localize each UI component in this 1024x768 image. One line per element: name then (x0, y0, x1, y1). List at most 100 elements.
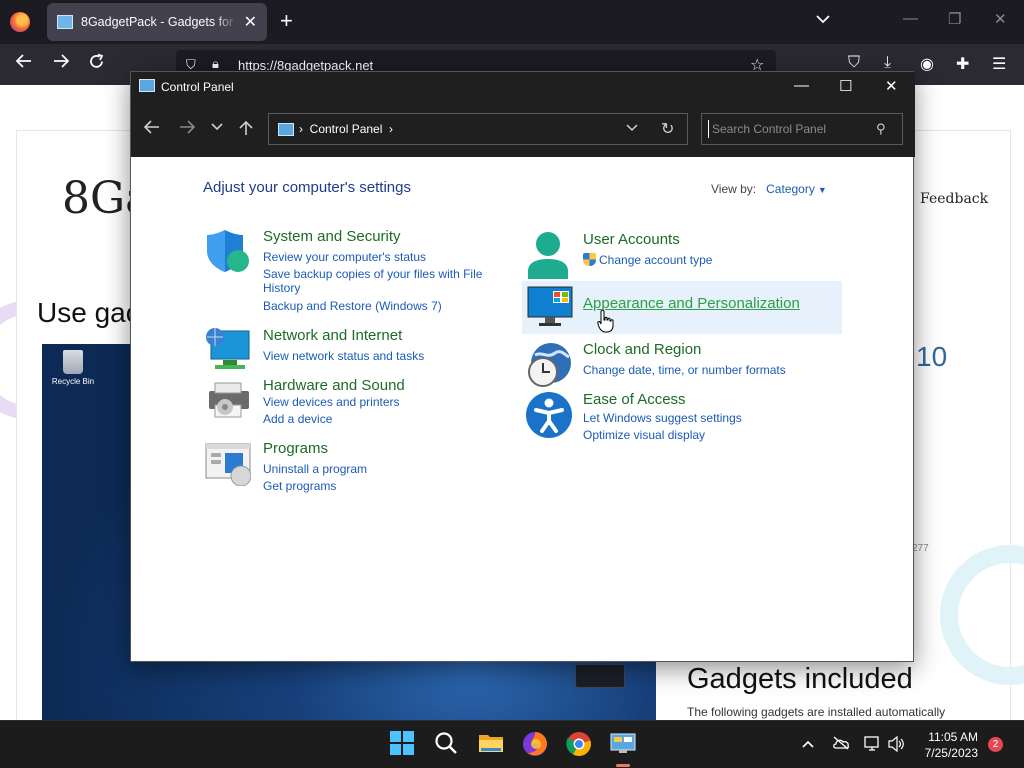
small-number-text: 277 (912, 543, 929, 554)
gadgetpack-favicon-icon (57, 15, 73, 29)
feedback-link[interactable]: Feedback (920, 191, 988, 207)
category-title[interactable]: Programs (263, 440, 328, 457)
tab-title: 8GadgetPack - Gadgets for Windows 11 (81, 15, 238, 29)
tab-close-icon[interactable]: ✕ (244, 12, 257, 32)
view-by-label: View by: (711, 182, 757, 196)
hand-cursor-icon (597, 309, 615, 333)
forward-arrow-icon[interactable] (52, 53, 70, 74)
accessibility-icon[interactable] (525, 391, 573, 439)
restore-icon[interactable]: ❐ (948, 10, 961, 28)
window-close-icon[interactable]: ✕ (885, 77, 898, 95)
recent-locations-icon[interactable] (211, 120, 223, 139)
network-status-link[interactable]: View network status and tasks (263, 349, 424, 363)
onedrive-icon[interactable] (832, 736, 850, 753)
minimize-icon[interactable]: — (903, 10, 918, 27)
windows-version-text: 10 (916, 341, 948, 372)
file-history-link-continued[interactable]: History (263, 281, 300, 295)
window-titlebar[interactable]: Control Panel — ☐ ✕ (131, 72, 915, 101)
category-title[interactable]: Clock and Region (583, 341, 701, 358)
breadcrumb[interactable]: › Control Panel › (299, 122, 393, 136)
programs-icon[interactable] (205, 440, 253, 488)
search-icon[interactable] (434, 731, 460, 757)
user-accounts-icon[interactable] (525, 231, 573, 279)
category-system-security: System and Security Review your computer… (205, 228, 485, 313)
category-appearance-personalization[interactable]: Appearance and Personalization (522, 281, 842, 334)
firefox-icon[interactable] (10, 12, 30, 32)
menu-icon[interactable]: ☰ (992, 54, 1006, 74)
address-history-icon[interactable] (626, 120, 638, 137)
recycle-bin-label: Recycle Bin (51, 377, 95, 386)
uac-shield-icon (583, 253, 596, 266)
file-explorer-icon[interactable] (478, 731, 504, 757)
windows-suggest-settings-link[interactable]: Let Windows suggest settings (583, 411, 742, 425)
clock-globe-icon[interactable] (525, 341, 573, 389)
network-icon[interactable] (864, 736, 882, 755)
firefox-taskbar-icon[interactable] (522, 731, 548, 757)
category-title[interactable]: Appearance and Personalization (583, 295, 800, 312)
network-globe-icon[interactable] (205, 327, 253, 375)
control-panel-window: Control Panel — ☐ ✕ › Control Panel › ↻ … (130, 71, 915, 662)
recycle-bin-icon: Recycle Bin (48, 350, 98, 386)
category-title[interactable]: Hardware and Sound (263, 377, 405, 394)
pocket-icon[interactable]: ⛉ (848, 54, 860, 72)
back-arrow-icon[interactable] (143, 120, 160, 139)
section-heading: Use gac (37, 297, 140, 328)
close-window-icon[interactable]: ✕ (994, 10, 1007, 28)
volume-icon[interactable] (888, 735, 906, 755)
change-account-type-link[interactable]: Change account type (583, 253, 712, 267)
clock[interactable]: 11:05 AM 7/25/2023 (910, 729, 978, 761)
start-windows-icon[interactable] (390, 731, 416, 757)
window-maximize-icon[interactable]: ☐ (839, 77, 852, 95)
category-title[interactable]: Ease of Access (583, 391, 686, 408)
clock-date: 7/25/2023 (924, 746, 978, 760)
change-date-formats-link[interactable]: Change date, time, or number formats (583, 363, 786, 377)
category-ease-of-access: Ease of Access Let Windows suggest setti… (525, 391, 825, 442)
control-panel-content: Adjust your computer's settings View by:… (131, 157, 913, 661)
search-icon[interactable]: ⚲ (876, 121, 886, 137)
clock-time: 11:05 AM (928, 730, 978, 744)
refresh-icon[interactable]: ↻ (661, 119, 674, 139)
extensions-icon[interactable]: ✚ (956, 54, 969, 74)
show-hidden-icons-icon[interactable] (802, 736, 814, 752)
gadgets-heading: Gadgets included (687, 663, 913, 695)
category-hardware-sound: Hardware and Sound View devices and prin… (205, 377, 485, 426)
up-arrow-icon[interactable] (239, 120, 253, 141)
browser-tab-bar: 8GadgetPack - Gadgets for Windows 11 ✕ +… (0, 0, 1024, 44)
category-title[interactable]: System and Security (263, 228, 401, 245)
account-icon[interactable]: ◉ (920, 54, 934, 74)
review-status-link[interactable]: Review your computer's status (263, 250, 426, 264)
control-panel-taskbar-icon[interactable] (610, 731, 636, 757)
control-panel-icon (278, 123, 294, 136)
back-arrow-icon[interactable] (15, 53, 33, 74)
list-all-tabs-icon[interactable] (816, 11, 830, 27)
category-programs: Programs Uninstall a program Get program… (205, 440, 485, 493)
view-by-dropdown[interactable]: Category (766, 182, 815, 196)
forward-arrow-icon[interactable] (179, 120, 196, 139)
add-device-link[interactable]: Add a device (263, 412, 332, 426)
search-input[interactable] (708, 120, 868, 138)
address-bar[interactable]: › Control Panel › ↻ (268, 113, 688, 145)
devices-printers-link[interactable]: View devices and printers (263, 395, 400, 409)
file-history-link[interactable]: Save backup copies of your files with Fi… (263, 267, 482, 281)
get-programs-link[interactable]: Get programs (263, 479, 336, 493)
chrome-icon[interactable] (566, 731, 592, 757)
gadgets-text: The following gadgets are installed auto… (687, 705, 946, 719)
shield-icon[interactable] (205, 228, 253, 276)
category-title[interactable]: Network and Internet (263, 327, 402, 344)
optimize-visual-display-link[interactable]: Optimize visual display (583, 428, 705, 442)
browser-tab[interactable]: 8GadgetPack - Gadgets for Windows 11 ✕ (47, 3, 267, 41)
lock-icon[interactable]: 🔒︎ (212, 56, 219, 72)
category-title[interactable]: User Accounts (583, 231, 680, 248)
reload-icon[interactable] (88, 53, 105, 75)
search-box[interactable]: ⚲ (701, 113, 903, 145)
downloads-icon[interactable]: ⤓ (884, 54, 891, 72)
window-minimize-icon[interactable]: — (794, 77, 809, 94)
new-tab-button[interactable]: + (280, 9, 293, 33)
notification-badge[interactable]: 2 (988, 737, 1003, 752)
appearance-monitor-icon[interactable] (527, 285, 575, 333)
printer-icon[interactable] (205, 377, 253, 425)
dropdown-arrow-icon[interactable]: ▼ (818, 185, 827, 195)
page-heading: Adjust your computer's settings (203, 179, 411, 196)
backup-restore-link[interactable]: Backup and Restore (Windows 7) (263, 299, 442, 313)
uninstall-program-link[interactable]: Uninstall a program (263, 462, 367, 476)
